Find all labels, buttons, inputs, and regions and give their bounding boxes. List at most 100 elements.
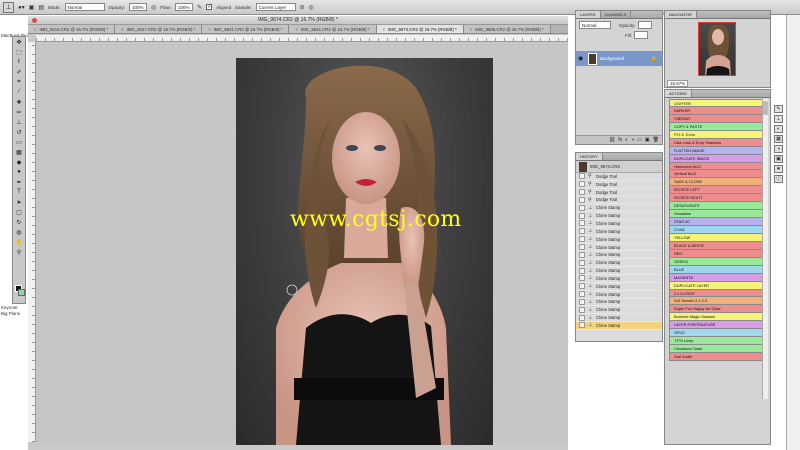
action-button[interactable]: Cinnamon Toast [669, 345, 763, 353]
history-item[interactable]: ⊥ Clone Stamp [576, 306, 662, 315]
visibility-eye-icon[interactable]: ◉ [578, 55, 585, 62]
eraser-tool-icon[interactable]: ▭ [13, 137, 25, 147]
history-brush-source-checkbox[interactable] [579, 291, 585, 298]
document-tab[interactable]: × IMG_9216.CR2 @ 16.7% (RGB/8) * [28, 25, 116, 33]
clone-source-icon[interactable]: ▣ [29, 4, 35, 11]
action-button[interactable]: COPY & PASTE [669, 122, 763, 131]
action-button[interactable]: BLACK & WHITE [669, 241, 763, 250]
layer-style-icon[interactable]: fx [618, 137, 622, 143]
history-brush-source-checkbox[interactable] [579, 322, 585, 329]
tab-history[interactable]: HISTORY [576, 153, 603, 160]
action-button[interactable]: 2 x 3 CROP [669, 289, 763, 298]
history-brush-source-checkbox[interactable] [579, 298, 585, 305]
history-brush-source-checkbox[interactable] [579, 220, 585, 227]
clone-stamp-tool-icon[interactable]: ⊥ [13, 117, 25, 127]
clone-stamp-tool-preset-icon[interactable]: ⊥ [3, 1, 14, 13]
portrait-photo[interactable] [236, 58, 493, 445]
clone-source-panel-icon[interactable]: ⊥ [774, 115, 783, 123]
adjustments-panel-icon[interactable]: ◑ [774, 145, 783, 153]
horizontal-ruler[interactable] [36, 35, 568, 42]
close-tab-icon[interactable]: × [383, 25, 386, 33]
action-button[interactable]: P.O.S. Echo [669, 130, 763, 139]
history-brush-source-checkbox[interactable] [579, 204, 585, 211]
new-group-icon[interactable]: ▭ [637, 137, 642, 143]
3d-rotate-tool-icon[interactable]: ↻ [13, 217, 25, 227]
history-item[interactable]: ⊥ Clone Stamp [576, 251, 662, 260]
history-brush-source-checkbox[interactable] [579, 189, 585, 196]
navigator-preview[interactable] [698, 22, 736, 76]
dodge-tool-icon[interactable]: ● [13, 167, 25, 177]
history-item[interactable]: ⊥ Clone Stamp [576, 298, 662, 307]
vertical-ruler[interactable] [28, 42, 36, 442]
history-brush-source-checkbox[interactable] [579, 259, 585, 266]
history-item[interactable]: ⊥ Clone Stamp [576, 204, 662, 213]
pressure-size-icon[interactable]: ◎ [309, 4, 314, 11]
flow-field[interactable]: 100% [175, 3, 194, 11]
history-item[interactable]: ⊥ Clone Stamp [576, 283, 662, 291]
history-brush-source-checkbox[interactable] [579, 267, 585, 274]
history-item[interactable]: ⊥ Clone Stamp [576, 236, 662, 244]
history-brush-source-checkbox[interactable] [579, 236, 585, 243]
close-tab-icon[interactable]: × [121, 25, 124, 33]
action-button[interactable]: DESATURATE [669, 202, 763, 211]
history-brush-source-checkbox[interactable] [579, 283, 585, 290]
action-button[interactable]: YELLOW [669, 233, 763, 242]
airbrush-icon[interactable]: ✎ [197, 4, 202, 11]
type-tool-icon[interactable]: T [13, 187, 25, 197]
history-brush-tool-icon[interactable]: ↺ [13, 127, 25, 137]
history-item[interactable]: ⊥ Clone Stamp [576, 267, 662, 275]
history-item[interactable]: ⊥ Clone Stamp [576, 220, 662, 228]
quick-select-tool-icon[interactable]: ✐ [13, 67, 25, 77]
history-item[interactable]: ⊥ Clone Stamp [576, 314, 662, 323]
hand-tool-icon[interactable]: ✋ [13, 237, 25, 247]
layer-fill-field[interactable] [634, 31, 648, 39]
pressure-opacity-icon[interactable]: ◎ [151, 4, 156, 11]
brush-tool-icon[interactable]: ✏ [13, 107, 25, 117]
color-panel-icon[interactable]: ◐ [774, 125, 783, 133]
blur-tool-icon[interactable]: ◆ [13, 157, 25, 167]
action-button[interactable]: MAGENTA [669, 273, 763, 282]
action-button[interactable]: Gradation [669, 210, 763, 219]
layer-opacity-field[interactable] [637, 21, 652, 29]
brushes-panel-icon[interactable]: ✎ [774, 105, 783, 113]
navigator-zoom-field[interactable]: 16.67% [667, 80, 689, 87]
action-button[interactable]: 2x3 Sender 2.1 3.3 [669, 297, 763, 306]
action-button[interactable]: LAYER PORTRAITURE [669, 321, 763, 330]
action-button[interactable]: BLUE [669, 265, 763, 274]
eyedropper-tool-icon[interactable]: ⁄ [13, 87, 25, 97]
close-tab-icon[interactable]: × [208, 25, 211, 33]
3d-orbit-tool-icon[interactable]: ◍ [13, 227, 25, 237]
close-window-button[interactable] [32, 18, 37, 23]
document-tab[interactable]: × IMG_9227.CR2 @ 16.7% (RGB/8) * [115, 25, 203, 33]
history-brush-source-checkbox[interactable] [579, 306, 585, 313]
tab-channels[interactable]: CHANNELS [601, 11, 632, 18]
history-item[interactable]: ⊥ Clone Stamp [576, 275, 662, 283]
action-button[interactable]: Sad Sodhi [669, 353, 763, 361]
tab-layers[interactable]: LAYERS [576, 11, 601, 18]
history-item[interactable]: ⚲ Dodge Tool [576, 189, 662, 197]
mode-select[interactable]: Normal [64, 3, 105, 11]
pen-tool-icon[interactable]: ✒ [13, 177, 25, 187]
shape-tool-icon[interactable]: ▢ [13, 207, 25, 217]
action-button[interactable]: VIBRANT [669, 114, 763, 123]
action-button[interactable]: DUPLICATE IMAGE [669, 154, 763, 163]
close-tab-icon[interactable]: × [470, 25, 473, 33]
close-tab-icon[interactable]: × [34, 25, 37, 33]
masks-panel-icon[interactable]: ▣ [774, 155, 783, 163]
healing-brush-tool-icon[interactable]: ✚ [13, 97, 25, 107]
brush-panel-icon[interactable]: ▤ [38, 4, 44, 11]
action-button[interactable]: T.P.S Livey [669, 337, 763, 346]
brush-size-icon[interactable]: ●▾ [18, 4, 25, 11]
history-item[interactable]: ⊥ Clone Stamp [576, 228, 662, 236]
history-snapshot[interactable]: IMG_9674.CR2 [576, 161, 662, 173]
background-color-swatch[interactable] [18, 289, 25, 296]
action-button[interactable]: Bookmrt Magic Glasses [669, 313, 763, 322]
action-button[interactable]: FLATTEN IMAGE [669, 146, 763, 155]
action-button[interactable]: SAVE & CLOSE [669, 178, 763, 187]
zoom-tool-icon[interactable]: ⚲ [13, 247, 25, 257]
layer-mask-icon[interactable]: ◐ [625, 137, 628, 143]
history-brush-source-checkbox[interactable] [579, 173, 585, 180]
history-brush-source-checkbox[interactable] [579, 212, 585, 219]
history-item[interactable]: ⊥ Clone Stamp [576, 259, 662, 268]
marquee-tool-icon[interactable]: ⬚ [13, 47, 25, 57]
